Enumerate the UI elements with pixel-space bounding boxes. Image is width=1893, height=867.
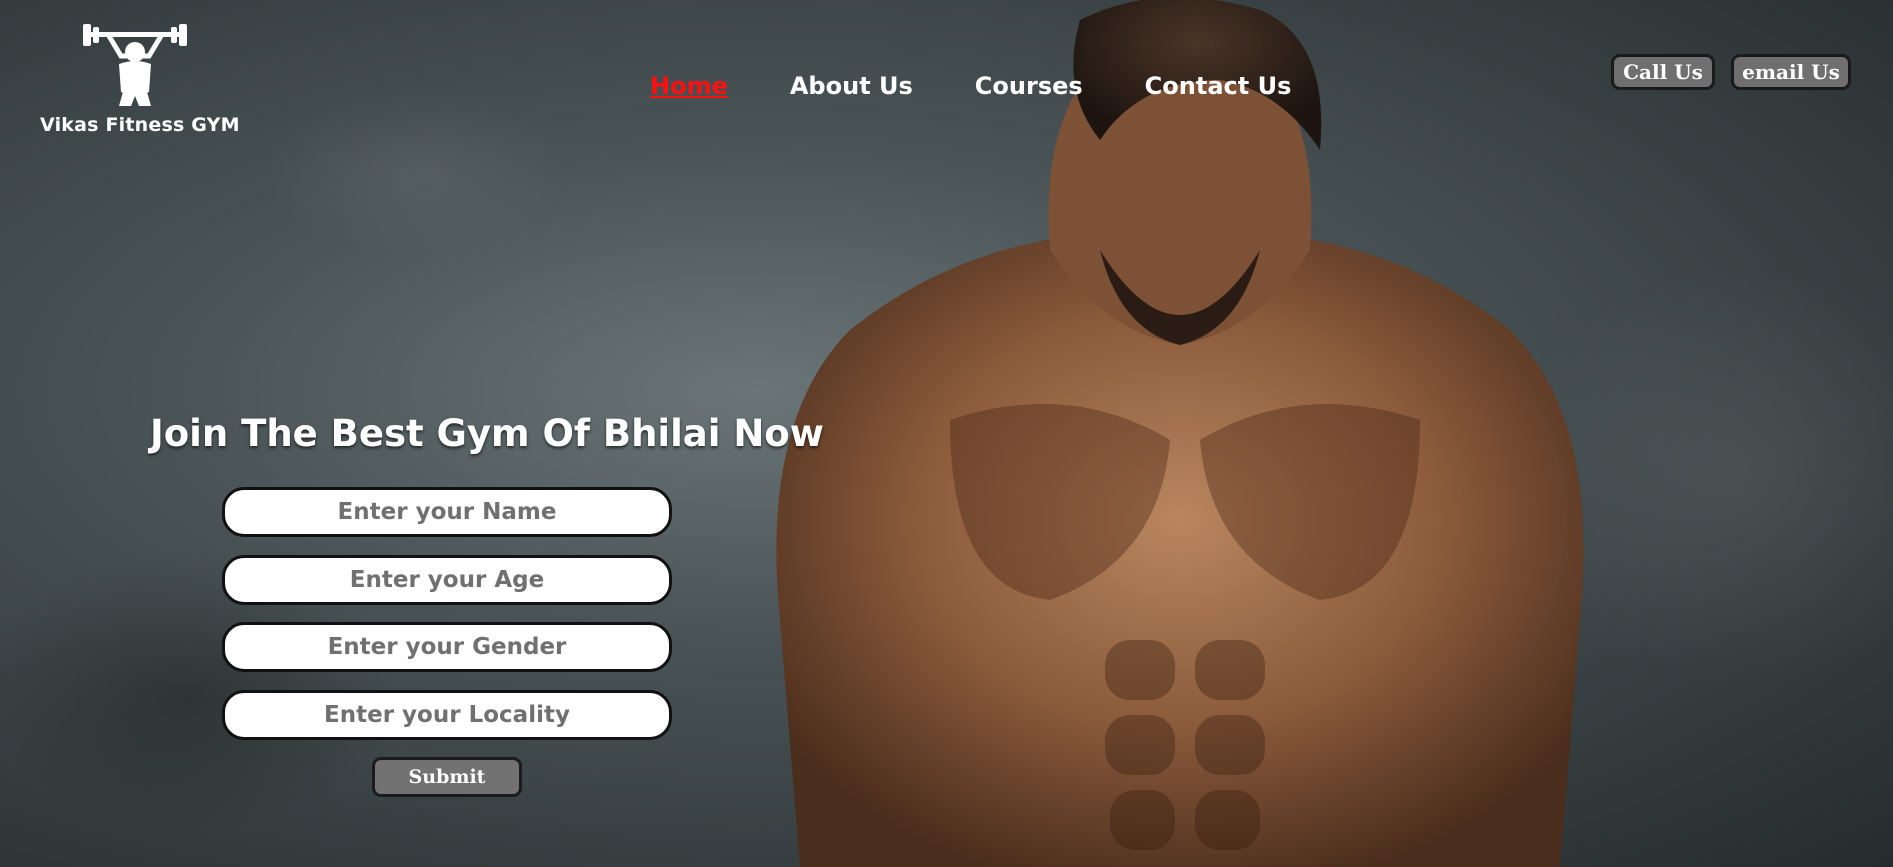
nav-courses[interactable]: Courses [975, 72, 1083, 100]
form-title: Join The Best Gym Of Bhilai Now [150, 412, 824, 455]
hero-figure-image [776, 0, 1584, 867]
submit-button[interactable]: Submit [372, 757, 522, 797]
weightlifter-icon [83, 24, 187, 106]
brand-name: Vikas Fitness GYM [40, 114, 240, 136]
nav-contact-us[interactable]: Contact Us [1145, 72, 1292, 100]
age-input[interactable] [222, 555, 672, 605]
nav-about-us[interactable]: About Us [790, 72, 913, 100]
call-us-button[interactable]: Call Us [1611, 54, 1715, 90]
email-us-button[interactable]: email Us [1731, 54, 1851, 90]
name-input[interactable] [222, 487, 672, 537]
brand-logo[interactable]: Vikas Fitness GYM [40, 22, 240, 136]
gender-input[interactable] [222, 622, 672, 672]
main-nav: Home About Us Courses Contact Us [650, 72, 1353, 100]
nav-home[interactable]: Home [650, 72, 728, 100]
locality-input[interactable] [222, 690, 672, 740]
